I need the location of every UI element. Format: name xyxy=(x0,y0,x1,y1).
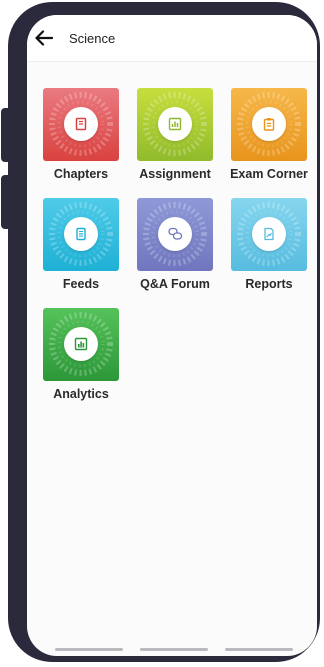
tile-background xyxy=(43,198,119,271)
tile-background xyxy=(137,88,213,161)
arrow-left-icon[interactable] xyxy=(35,30,53,46)
nav-hint-right xyxy=(225,648,293,651)
tile-background xyxy=(43,308,119,381)
tile-background xyxy=(231,88,307,161)
tile-exam-corner[interactable]: Exam Corner xyxy=(230,88,308,181)
tile-background xyxy=(43,88,119,161)
tile-label: Chapters xyxy=(53,167,109,181)
app-screen: Science Chapters Assignment Exam Corner … xyxy=(27,15,317,656)
tile-label: Reports xyxy=(245,277,293,291)
tile-icon-circle xyxy=(252,217,286,251)
tile-qa-forum[interactable]: Q&A Forum xyxy=(137,198,213,291)
bar-chart-icon xyxy=(168,117,182,131)
tile-feeds[interactable]: Feeds xyxy=(43,198,119,291)
tile-reports[interactable]: Reports xyxy=(231,198,307,291)
chat-bubbles-icon xyxy=(167,227,182,240)
clipboard-icon xyxy=(263,118,275,131)
tile-icon-circle xyxy=(64,327,98,361)
app-header: Science xyxy=(27,15,317,62)
tile-icon-circle xyxy=(252,107,286,141)
tile-icon-circle xyxy=(158,107,192,141)
book-icon xyxy=(75,117,87,131)
tile-label: Assignment xyxy=(139,167,211,181)
page-title: Science xyxy=(69,31,116,46)
tile-icon-circle xyxy=(64,217,98,251)
analytics-icon xyxy=(74,337,88,351)
module-grid: Chapters Assignment Exam Corner Feeds Q&… xyxy=(43,88,311,401)
tile-analytics[interactable]: Analytics xyxy=(43,308,119,401)
tile-assignment[interactable]: Assignment xyxy=(137,88,213,181)
tile-background xyxy=(137,198,213,271)
nav-hint-left xyxy=(55,648,123,651)
document-icon xyxy=(76,227,86,241)
report-trend-icon xyxy=(264,227,274,241)
tile-label: Analytics xyxy=(53,387,109,401)
tile-label: Q&A Forum xyxy=(140,277,210,291)
tile-icon-circle xyxy=(64,107,98,141)
tile-background xyxy=(231,198,307,271)
tile-label: Feeds xyxy=(62,277,100,291)
nav-hint-center xyxy=(140,648,208,651)
tile-label: Exam Corner xyxy=(230,167,308,181)
phone-frame: Science Chapters Assignment Exam Corner … xyxy=(8,2,320,662)
tile-chapters[interactable]: Chapters xyxy=(43,88,119,181)
tile-icon-circle xyxy=(158,217,192,251)
